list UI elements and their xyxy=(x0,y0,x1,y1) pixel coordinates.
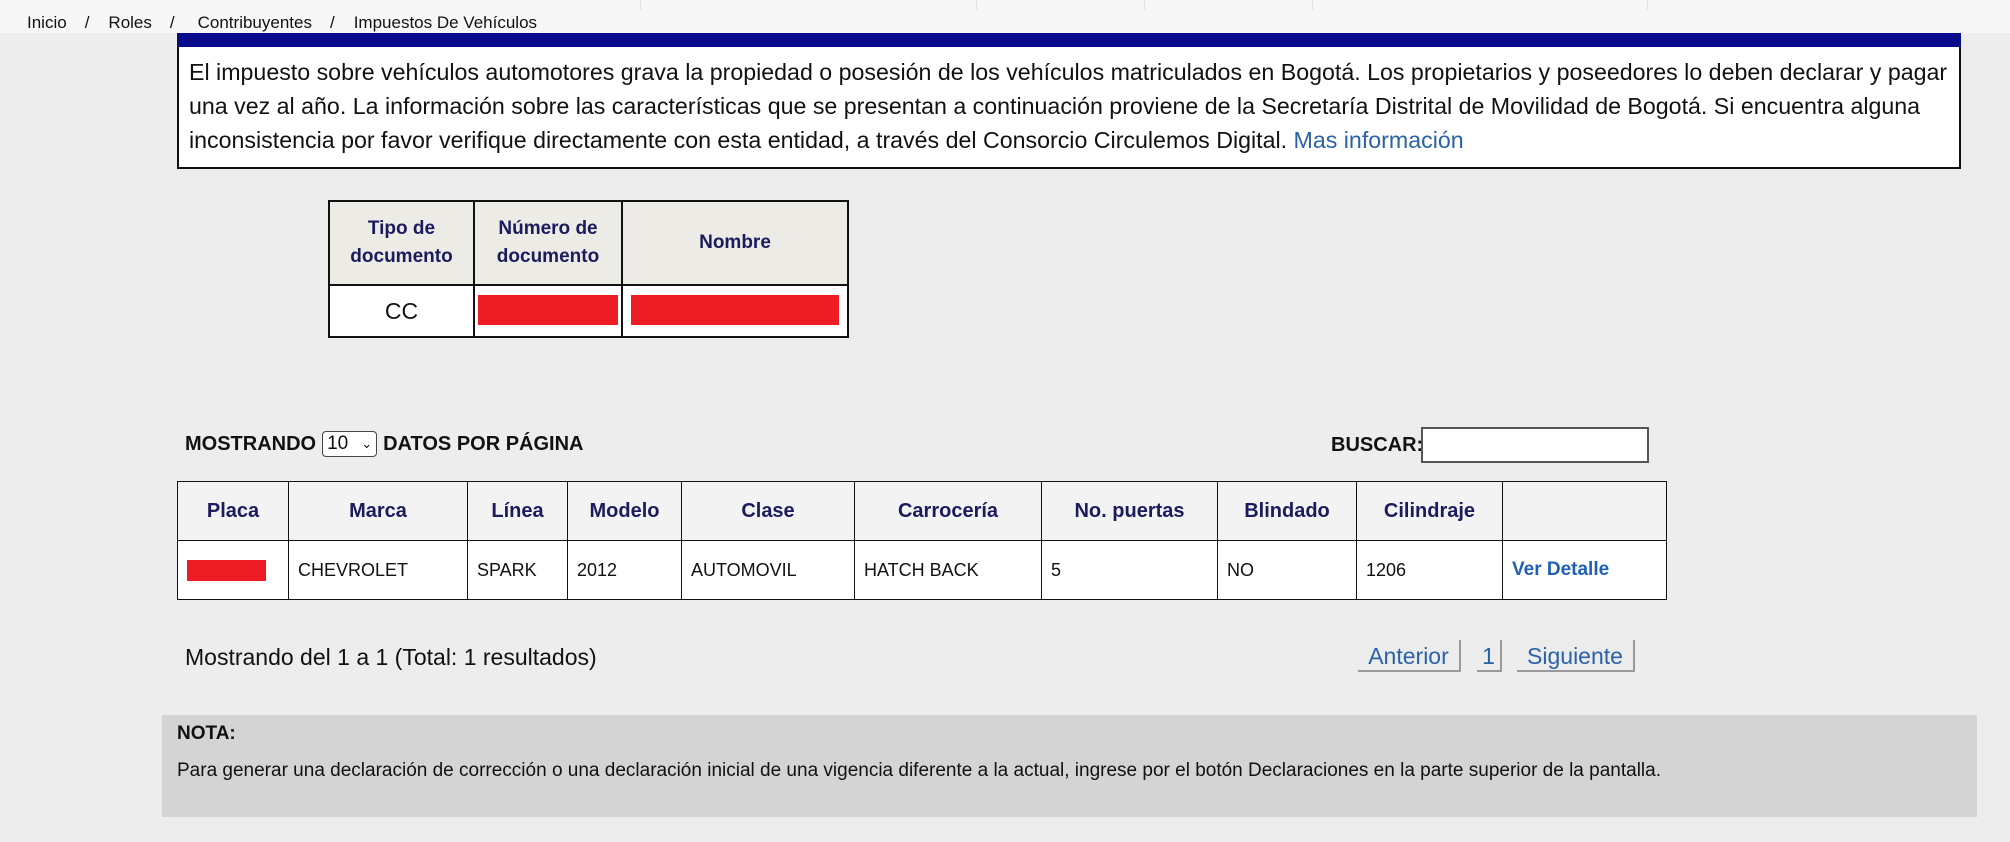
note-title: NOTA: xyxy=(177,723,236,744)
chevron-down-icon: ⌄ xyxy=(361,436,373,451)
pagination-page-1-button[interactable]: 1 xyxy=(1477,640,1502,672)
top-nav-segment xyxy=(0,0,641,10)
cell-numero-documento xyxy=(473,284,623,338)
top-nav-segment xyxy=(1312,0,1648,10)
note-text: Para generar una declaración de correcci… xyxy=(177,760,1661,781)
mas-informacion-link[interactable]: Mas información xyxy=(1294,127,1464,153)
search-label: BUSCAR: xyxy=(1331,434,1424,456)
cell-linea: SPARK xyxy=(467,540,568,600)
header-no-puertas: No. puertas xyxy=(1041,481,1218,541)
breadcrumb-separator: / xyxy=(84,13,90,32)
cell-nombre xyxy=(621,284,849,338)
pagination-prev-button[interactable]: Anterior xyxy=(1358,640,1461,672)
info-text-paragraph: El impuesto sobre vehículos automotores … xyxy=(189,55,1949,157)
cell-acciones: Ver Detalle xyxy=(1502,540,1667,600)
results-summary: Mostrando del 1 a 1 (Total: 1 resultados… xyxy=(185,644,597,670)
info-box: El impuesto sobre vehículos automotores … xyxy=(177,47,1961,169)
header-tipo-documento: Tipo de documento xyxy=(328,200,475,286)
cell-no-puertas: 5 xyxy=(1041,540,1218,600)
header-modelo: Modelo xyxy=(567,481,682,541)
header-placa: Placa xyxy=(177,481,289,541)
redacted-block xyxy=(631,294,839,325)
breadcrumb-impuestos-vehiculos: Impuestos De Vehículos xyxy=(353,13,538,32)
header-acciones xyxy=(1502,481,1667,541)
breadcrumb-inicio[interactable]: Inicio xyxy=(27,13,67,33)
header-numero-documento: Número de documento xyxy=(473,200,623,286)
top-bar: Inicio / Roles / Contribuyentes / Impuestos De… xyxy=(0,0,2010,33)
breadcrumb-roles[interactable]: Roles xyxy=(108,13,151,33)
top-nav-segment xyxy=(640,0,977,10)
cell-modelo: 2012 xyxy=(567,540,682,600)
table-row: CHEVROLET SPARK 2012 AUTOMOVIL HATCH BAC… xyxy=(177,540,1667,600)
top-nav-segment xyxy=(1144,0,1313,10)
cell-blindado: NO xyxy=(1217,540,1357,600)
header-label: Nombre xyxy=(699,232,771,253)
cell-marca: CHEVROLET xyxy=(288,540,468,600)
header-clase: Clase xyxy=(681,481,855,541)
header-blindado: Blindado xyxy=(1217,481,1357,541)
redacted-block xyxy=(478,294,618,325)
breadcrumb-contribuyentes[interactable]: Contribuyentes xyxy=(198,13,312,33)
page-size-select[interactable]: 10 ⌄ xyxy=(322,431,378,457)
per-page-label: DATOS POR PÁGINA xyxy=(383,432,584,455)
header-linea: Línea xyxy=(467,481,568,541)
pagination-next-button[interactable]: Siguiente xyxy=(1517,640,1635,672)
cell-clase: AUTOMOVIL xyxy=(681,540,855,600)
header-label: Número de documento xyxy=(496,218,600,267)
top-nav-segment xyxy=(1647,0,2010,10)
cell-placa xyxy=(177,540,289,600)
search-input[interactable] xyxy=(1421,427,1649,463)
breadcrumb-separator: / xyxy=(329,13,335,32)
page-size-value: 10 xyxy=(327,433,349,454)
info-header-bar xyxy=(177,33,1961,47)
page-size-control: MOSTRANDO 10 ⌄ DATOS POR PÁGINA xyxy=(185,431,584,457)
note-box: NOTA: Para generar una declaración de co… xyxy=(162,715,1977,817)
header-label: Tipo de documento xyxy=(350,218,453,267)
taxpayer-table: Tipo de documento Número de documento No… xyxy=(328,200,849,338)
header-nombre: Nombre xyxy=(621,200,849,286)
breadcrumb-separator: / xyxy=(169,13,175,32)
mostrando-label: MOSTRANDO xyxy=(185,432,317,455)
cell-cilindraje: 1206 xyxy=(1356,540,1503,600)
breadcrumb: Inicio / Roles / Contribuyentes / Impuestos De… xyxy=(27,13,537,33)
top-nav-segment xyxy=(976,0,1145,10)
header-carroceria: Carrocería xyxy=(854,481,1042,541)
info-text: El impuesto sobre vehículos automotores … xyxy=(189,59,1948,153)
cell-tipo-documento: CC xyxy=(328,284,475,338)
redacted-block xyxy=(187,559,266,581)
cell-carroceria: HATCH BACK xyxy=(854,540,1042,600)
ver-detalle-link[interactable]: Ver Detalle xyxy=(1512,559,1609,580)
vehicles-table: Placa Marca Línea Modelo Clase Carrocerí… xyxy=(177,481,1667,600)
header-cilindraje: Cilindraje xyxy=(1356,481,1503,541)
header-marca: Marca xyxy=(288,481,468,541)
